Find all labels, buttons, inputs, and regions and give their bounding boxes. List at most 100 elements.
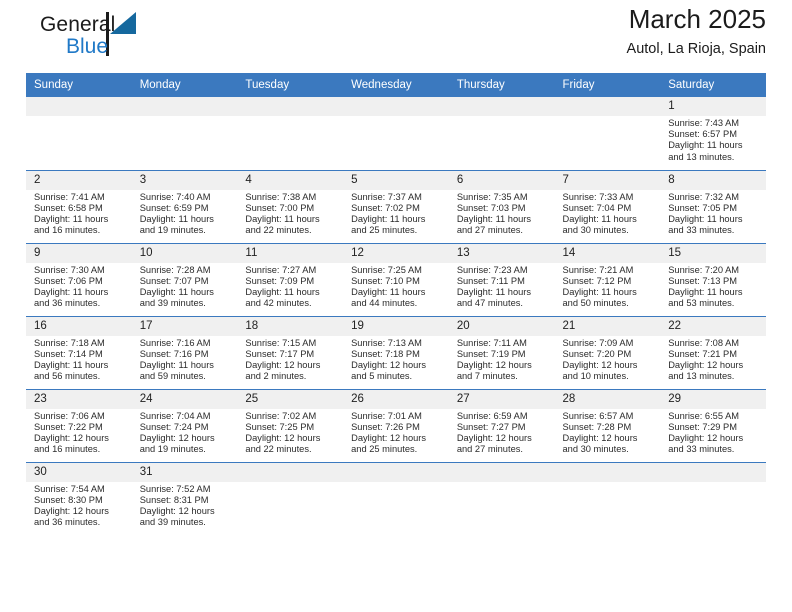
daylight-text-line2: and 50 minutes. xyxy=(562,298,629,309)
logo-text-blue: Blue xyxy=(66,35,109,58)
calendar-day-cell[interactable]: 13 Sunrise: 7:23 AM Sunset: 7:11 PM Dayligh… xyxy=(448,243,555,317)
calendar-body: 1 Sunrise: 7:43 AM Sunset: 6:57 PM Daylight… xyxy=(26,97,766,535)
calendar-day-cell[interactable]: 24 Sunrise: 7:04 AM Sunset: 7:24 PM Dayligh… xyxy=(131,389,238,463)
sunrise-text: Sunrise: 7:32 AM xyxy=(668,191,740,202)
calendar-day-cell-empty xyxy=(343,97,449,171)
sunset-text: Sunset: 7:27 PM xyxy=(456,421,526,432)
sunrise-text: Sunrise: 7:35 AM xyxy=(456,191,528,202)
day-details: Sunrise: 7:13 AM Sunset: 7:18 PM Daylight:… xyxy=(343,336,449,383)
title-block: March 2025 Autol, La Rioja, Spain xyxy=(627,4,766,59)
daylight-text-line2: and 56 minutes. xyxy=(34,371,101,382)
calendar-day-cell[interactable]: 27 Sunrise: 6:59 AM Sunset: 7:27 PM Dayligh… xyxy=(448,389,555,463)
day-number xyxy=(448,462,555,482)
sunset-text: Sunset: 6:57 PM xyxy=(668,129,737,140)
calendar-day-cell[interactable]: 11 Sunrise: 7:27 AM Sunset: 7:09 PM Dayligh… xyxy=(237,243,344,317)
day-number: 5 xyxy=(343,170,449,190)
calendar-day-cell[interactable]: 29 Sunrise: 6:55 AM Sunset: 7:29 PM Dayligh… xyxy=(660,389,766,463)
calendar-day-cell[interactable]: 12 Sunrise: 7:25 AM Sunset: 7:10 PM Dayligh… xyxy=(343,243,449,317)
daylight-text-line1: Daylight: 12 hours xyxy=(562,432,638,443)
calendar-day-cell[interactable]: 26 Sunrise: 7:01 AM Sunset: 7:26 PM Dayligh… xyxy=(343,389,449,463)
sunset-text: Sunset: 8:31 PM xyxy=(139,494,209,505)
calendar-day-cell[interactable]: 8 Sunrise: 7:32 AM Sunset: 7:05 PM Daylight… xyxy=(660,170,766,244)
sunset-text: Sunset: 7:16 PM xyxy=(139,348,209,359)
calendar-day-cell-empty xyxy=(343,462,449,535)
weekday-header-friday: Friday xyxy=(554,73,661,97)
daylight-text-line1: Daylight: 12 hours xyxy=(34,505,109,516)
day-details: Sunrise: 6:57 AM Sunset: 7:28 PM Daylight:… xyxy=(555,409,661,456)
sunrise-text: Sunrise: 7:54 AM xyxy=(34,483,105,494)
daylight-text-line1: Daylight: 11 hours xyxy=(245,213,320,224)
calendar-day-cell[interactable]: 16 Sunrise: 7:18 AM Sunset: 7:14 PM Dayligh… xyxy=(26,316,132,390)
day-number xyxy=(343,97,449,116)
sunrise-text: Sunrise: 7:02 AM xyxy=(245,410,317,421)
day-number: 2 xyxy=(26,170,132,190)
calendar-day-cell[interactable]: 18 Sunrise: 7:15 AM Sunset: 7:17 PM Dayligh… xyxy=(237,316,344,390)
day-details: Sunrise: 7:21 AM Sunset: 7:12 PM Daylight:… xyxy=(555,263,661,310)
calendar-day-cell[interactable]: 10 Sunrise: 7:28 AM Sunset: 7:07 PM Dayligh… xyxy=(131,243,238,317)
day-details: Sunrise: 7:01 AM Sunset: 7:26 PM Daylight:… xyxy=(343,409,449,456)
daylight-text-line2: and 30 minutes. xyxy=(562,444,629,455)
day-details: Sunrise: 7:18 AM Sunset: 7:14 PM Daylight:… xyxy=(26,336,132,383)
daylight-text-line1: Daylight: 11 hours xyxy=(34,213,109,224)
calendar-day-cell[interactable]: 19 Sunrise: 7:13 AM Sunset: 7:18 PM Dayligh… xyxy=(343,316,449,390)
sunrise-text: Sunrise: 7:38 AM xyxy=(245,191,317,202)
calendar-day-cell[interactable]: 28 Sunrise: 6:57 AM Sunset: 7:28 PM Dayligh… xyxy=(554,389,661,463)
day-number: 17 xyxy=(131,316,238,336)
day-number: 11 xyxy=(237,243,344,263)
calendar-day-cell-empty xyxy=(131,97,238,171)
daylight-text-line1: Daylight: 12 hours xyxy=(245,359,321,370)
sunrise-text: Sunrise: 7:01 AM xyxy=(351,410,422,421)
daylight-text-line2: and 25 minutes. xyxy=(351,444,418,455)
calendar-day-cell[interactable]: 3 Sunrise: 7:40 AM Sunset: 6:59 PM Daylight… xyxy=(131,170,238,244)
day-number: 25 xyxy=(237,389,344,409)
calendar-day-cell[interactable]: 20 Sunrise: 7:11 AM Sunset: 7:19 PM Dayligh… xyxy=(448,316,555,390)
sunset-text: Sunset: 7:00 PM xyxy=(245,202,315,213)
calendar-day-cell[interactable]: 17 Sunrise: 7:16 AM Sunset: 7:16 PM Dayligh… xyxy=(131,316,238,390)
calendar-day-cell-empty xyxy=(237,462,344,535)
daylight-text-line2: and 22 minutes. xyxy=(245,225,312,236)
calendar-day-cell[interactable]: 14 Sunrise: 7:21 AM Sunset: 7:12 PM Dayligh… xyxy=(554,243,661,317)
day-number: 23 xyxy=(26,389,132,409)
calendar-day-cell[interactable]: 5 Sunrise: 7:37 AM Sunset: 7:02 PM Daylight… xyxy=(343,170,449,244)
sunrise-text: Sunrise: 7:11 AM xyxy=(456,337,527,348)
daylight-text-line2: and 36 minutes. xyxy=(34,298,101,309)
calendar-day-cell[interactable]: 15 Sunrise: 7:20 AM Sunset: 7:13 PM Dayligh… xyxy=(660,243,766,317)
sunrise-text: Sunrise: 7:40 AM xyxy=(139,191,211,202)
day-details: Sunrise: 6:55 AM Sunset: 7:29 PM Daylight:… xyxy=(660,409,766,456)
day-number: 19 xyxy=(343,316,449,336)
logo-text-general: General xyxy=(40,13,116,36)
daylight-text-line1: Daylight: 12 hours xyxy=(245,432,321,443)
calendar-day-cell[interactable]: 23 Sunrise: 7:06 AM Sunset: 7:22 PM Dayligh… xyxy=(26,389,132,463)
daylight-text-line1: Daylight: 11 hours xyxy=(562,213,637,224)
day-number: 1 xyxy=(660,97,766,116)
location-subtitle: Autol, La Rioja, Spain xyxy=(626,41,766,58)
page-title: March 2025 xyxy=(628,4,766,34)
sunrise-text: Sunrise: 7:43 AM xyxy=(668,118,740,128)
daylight-text-line2: and 59 minutes. xyxy=(139,371,206,382)
calendar-day-cell[interactable]: 4 Sunrise: 7:38 AM Sunset: 7:00 PM Daylight… xyxy=(237,170,344,244)
general-blue-logo[interactable]: General Blue xyxy=(40,10,170,65)
daylight-text-line1: Daylight: 11 hours xyxy=(139,359,214,370)
sunrise-text: Sunrise: 7:23 AM xyxy=(456,264,528,275)
daylight-text-line1: Daylight: 11 hours xyxy=(668,140,743,151)
day-details: Sunrise: 7:37 AM Sunset: 7:02 PM Daylight:… xyxy=(343,190,449,237)
day-details: Sunrise: 7:32 AM Sunset: 7:05 PM Daylight:… xyxy=(660,190,766,237)
daylight-text-line2: and 39 minutes. xyxy=(139,517,206,528)
calendar-day-cell[interactable]: 22 Sunrise: 7:08 AM Sunset: 7:21 PM Dayligh… xyxy=(660,316,766,390)
day-number: 24 xyxy=(131,389,238,409)
calendar-day-cell[interactable]: 25 Sunrise: 7:02 AM Sunset: 7:25 PM Dayligh… xyxy=(237,389,344,463)
calendar-day-cell[interactable]: 6 Sunrise: 7:35 AM Sunset: 7:03 PM Daylight… xyxy=(448,170,555,244)
calendar-day-cell[interactable]: 7 Sunrise: 7:33 AM Sunset: 7:04 PM Daylight… xyxy=(554,170,661,244)
day-number: 27 xyxy=(448,389,555,409)
daylight-text-line1: Daylight: 11 hours xyxy=(351,286,426,297)
daylight-text-line2: and 39 minutes. xyxy=(139,298,206,309)
day-details: Sunrise: 7:15 AM Sunset: 7:17 PM Daylight:… xyxy=(237,336,343,383)
calendar-day-cell[interactable]: 1 Sunrise: 7:43 AM Sunset: 6:57 PM Daylight… xyxy=(660,97,766,171)
day-details: Sunrise: 7:35 AM Sunset: 7:03 PM Daylight:… xyxy=(449,190,555,237)
calendar-day-cell[interactable]: 9 Sunrise: 7:30 AM Sunset: 7:06 PM Daylight… xyxy=(26,243,132,317)
calendar-day-cell[interactable]: 2 Sunrise: 7:41 AM Sunset: 6:58 PM Daylight… xyxy=(26,170,132,244)
calendar-day-cell[interactable]: 30 Sunrise: 7:54 AM Sunset: 8:30 PM Dayligh… xyxy=(26,462,132,535)
calendar-day-cell[interactable]: 21 Sunrise: 7:09 AM Sunset: 7:20 PM Dayligh… xyxy=(554,316,661,390)
weekday-header-row: Sunday Monday Tuesday Wednesday Thursday… xyxy=(26,73,766,97)
calendar-day-cell[interactable]: 31 Sunrise: 7:52 AM Sunset: 8:31 PM Dayligh… xyxy=(131,462,238,535)
